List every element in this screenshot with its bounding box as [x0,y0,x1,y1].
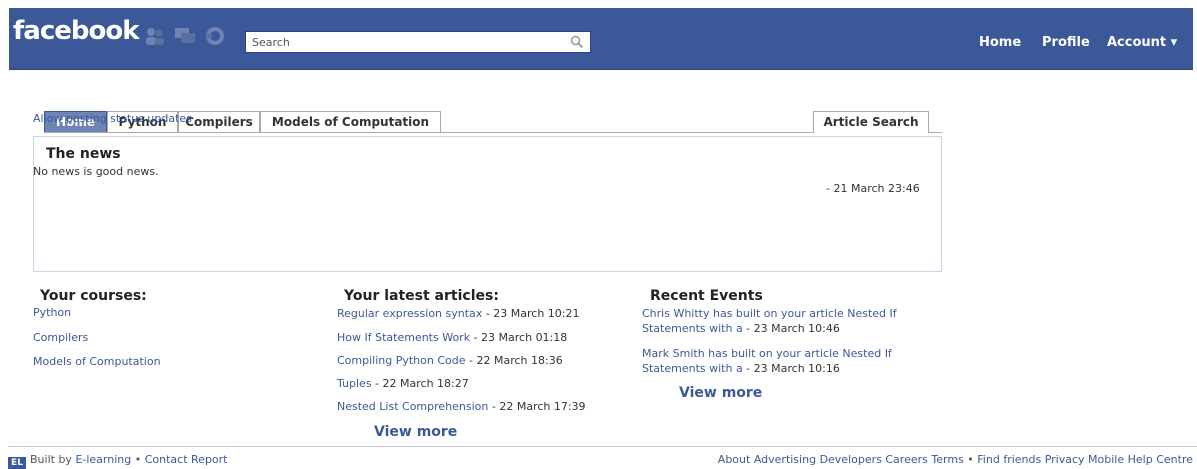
articles-view-more-link[interactable]: View more [374,424,457,440]
event-item: Mark Smith has built on your article Nes… [642,346,942,376]
article-link[interactable]: Nested List Comprehension [337,400,488,413]
footer-link-privacy[interactable]: Privacy [1045,453,1085,466]
article-link[interactable]: Compiling Python Code [337,354,466,367]
news-date: - 21 March 23:46 [826,182,920,195]
event-item: Chris Whitty has built on your article N… [642,306,942,336]
news-box [33,136,942,272]
search-icon[interactable] [570,35,584,49]
notifications-icon[interactable] [203,24,227,48]
built-by-label: Built by [30,453,72,466]
footer-divider [8,446,1197,447]
course-link[interactable]: Models of Computation [33,355,161,368]
footer-left: EL Built by E-learning • Contact Report [8,453,228,469]
elearning-icon: EL [8,457,26,469]
article-item: Regular expression syntax - 23 March 10:… [337,307,579,320]
article-item: Nested List Comprehension - 22 March 17:… [337,400,586,413]
search-box [245,31,591,53]
article-item: Tuples - 22 March 18:27 [337,377,469,390]
jewel-icons [143,24,235,48]
article-date: - 23 March 01:18 [470,331,568,344]
footer-link-about[interactable]: About [718,453,751,466]
footer-link-developers[interactable]: Developers [820,453,882,466]
courses-title: Your courses: [40,288,147,304]
footer-link-terms[interactable]: Terms [931,453,963,466]
article-date: - 23 March 10:21 [482,307,580,320]
article-link[interactable]: How If Statements Work [337,331,470,344]
nav-account[interactable]: Account ▾ [1107,35,1177,50]
footer-link-contact[interactable]: Contact [145,453,188,466]
course-link[interactable]: Python [33,306,71,319]
article-link[interactable]: Tuples [337,377,372,390]
events-view-more-link[interactable]: View more [679,385,762,401]
tab-models-of-computation[interactable]: Models of Computation [260,111,441,132]
nav-home[interactable]: Home [979,35,1021,50]
footer-link-find-friends[interactable]: Find friends [977,453,1041,466]
news-text: No news is good news. [33,165,159,178]
news-title: The news [46,146,121,162]
article-date: - 22 March 18:36 [465,354,563,367]
messages-icon[interactable] [173,24,197,48]
footer-right: About Advertising Developers Careers Ter… [717,453,1193,466]
footer-link-report[interactable]: Report [191,453,227,466]
allow-status-updates-link[interactable]: Allow posting status updates [33,112,192,125]
article-date: - 22 March 17:39 [488,400,586,413]
events-title: Recent Events [650,288,763,304]
footer-link-advertising[interactable]: Advertising [754,453,816,466]
friends-icon[interactable] [143,24,167,48]
article-item: Compiling Python Code - 22 March 18:36 [337,354,563,367]
event-date: - 23 March 10:46 [742,322,840,335]
article-date: - 22 March 18:27 [371,377,469,390]
footer-link-mobile[interactable]: Mobile [1088,453,1124,466]
nav-profile[interactable]: Profile [1042,35,1090,50]
article-item: How If Statements Work - 23 March 01:18 [337,331,567,344]
article-link[interactable]: Regular expression syntax [337,307,482,320]
facebook-logo[interactable]: facebook [13,16,140,46]
course-link[interactable]: Compilers [33,331,88,344]
articles-title: Your latest articles: [344,288,499,304]
tab-divider [44,132,942,133]
search-input[interactable] [252,33,562,51]
event-date: - 23 March 10:16 [742,362,840,375]
article-search-button[interactable]: Article Search [813,111,929,133]
footer-link-elearning[interactable]: E-learning [75,453,131,466]
footer-link-help-centre[interactable]: Help Centre [1128,453,1193,466]
footer-link-careers[interactable]: Careers [885,453,928,466]
